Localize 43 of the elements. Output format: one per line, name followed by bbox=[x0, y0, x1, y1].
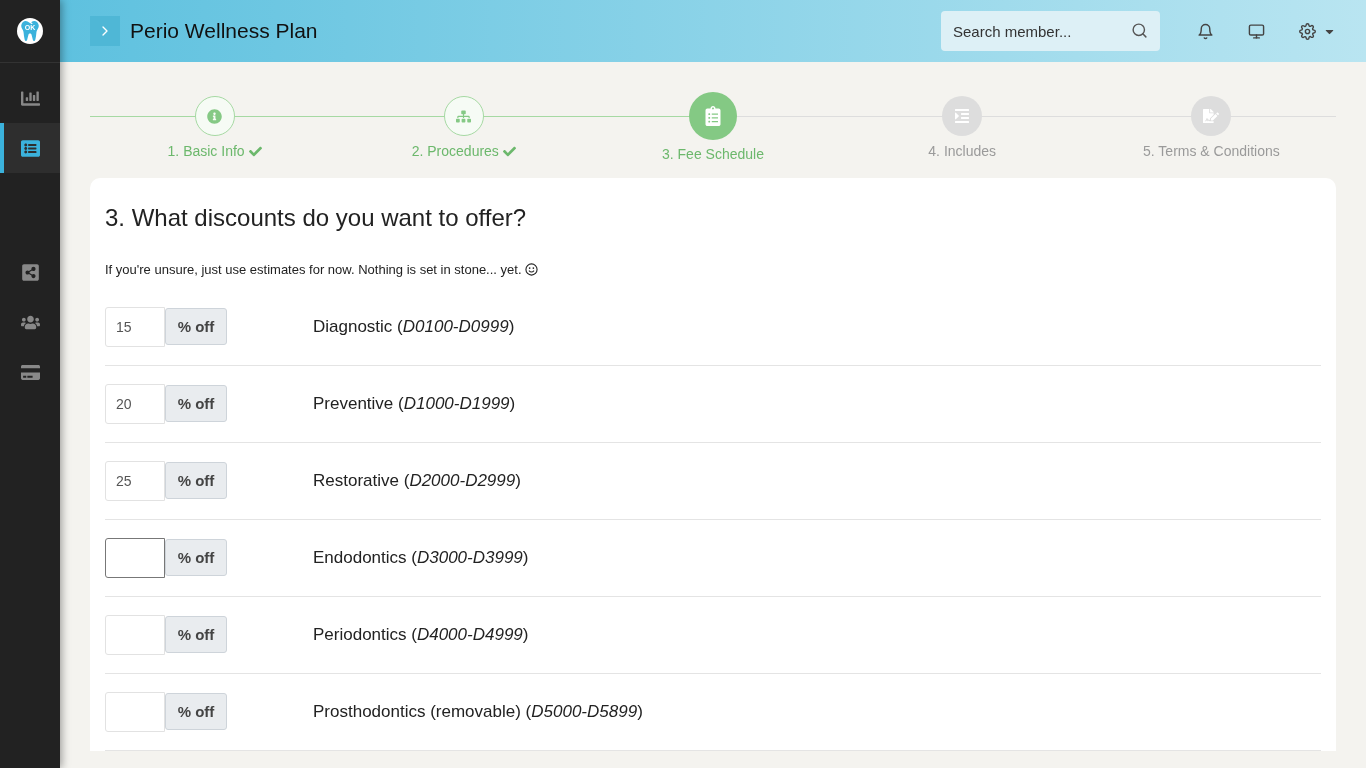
list-icon bbox=[20, 138, 40, 158]
step-label: 1. Basic Info bbox=[167, 143, 262, 159]
search-field[interactable]: Search member... bbox=[941, 11, 1160, 51]
unit-label: % off bbox=[165, 615, 227, 653]
category-label: Periodontics (D4000-D4999) bbox=[313, 625, 529, 645]
sitemap-icon bbox=[456, 108, 472, 124]
credit-card-icon bbox=[20, 362, 40, 382]
check-icon bbox=[248, 144, 262, 158]
search-icon bbox=[1131, 22, 1148, 39]
bell-icon[interactable] bbox=[1197, 22, 1214, 40]
page-title: Perio Wellness Plan bbox=[130, 19, 319, 43]
category-label: Restorative (D2000-D2999) bbox=[313, 471, 521, 491]
sidebar-toggle-button[interactable] bbox=[90, 16, 120, 46]
unit-label: % off bbox=[165, 384, 227, 422]
discount-field[interactable]: 15 bbox=[105, 307, 165, 347]
category-label: Prosthodontics (removable) (D5000-D5899) bbox=[313, 702, 643, 722]
discount-field[interactable]: 20 bbox=[105, 384, 165, 424]
unit-label: % off bbox=[165, 538, 227, 576]
sidebar-item[interactable] bbox=[0, 123, 60, 173]
unit-label: % off bbox=[165, 461, 227, 499]
share-icon bbox=[20, 262, 40, 282]
step-label: 2. Procedures bbox=[411, 143, 516, 159]
category-label: Preventive (D1000-D1999) bbox=[313, 394, 516, 414]
hint-text: If you're unsure, just use estimates for now. Nothing is set in stone... yet. bbox=[105, 262, 522, 277]
document-pen-icon bbox=[1203, 108, 1220, 124]
settings-icon[interactable] bbox=[1299, 22, 1316, 40]
discount-field[interactable] bbox=[105, 538, 165, 578]
chart-icon bbox=[20, 88, 40, 108]
unit-label: % off bbox=[165, 307, 227, 345]
monitor-icon[interactable] bbox=[1248, 22, 1265, 40]
step-label: 4. Includes bbox=[928, 143, 997, 159]
category-label: Diagnostic (D0100-D0999) bbox=[313, 317, 515, 337]
info-icon bbox=[207, 108, 223, 124]
clipboard-icon bbox=[703, 106, 723, 126]
category-label: Endodontics (D3000-D3999) bbox=[313, 548, 529, 568]
indent-icon bbox=[954, 108, 971, 124]
form-title: 3. What discounts do you want to offer? bbox=[105, 204, 528, 232]
step-label: 5. Terms & Conditions bbox=[1143, 143, 1280, 159]
unit-label: % off bbox=[165, 692, 227, 730]
discount-field[interactable]: 25 bbox=[105, 461, 165, 501]
step-label: 3. Fee Schedule bbox=[662, 146, 764, 162]
smiley-icon bbox=[524, 263, 538, 276]
check-icon bbox=[502, 144, 516, 158]
